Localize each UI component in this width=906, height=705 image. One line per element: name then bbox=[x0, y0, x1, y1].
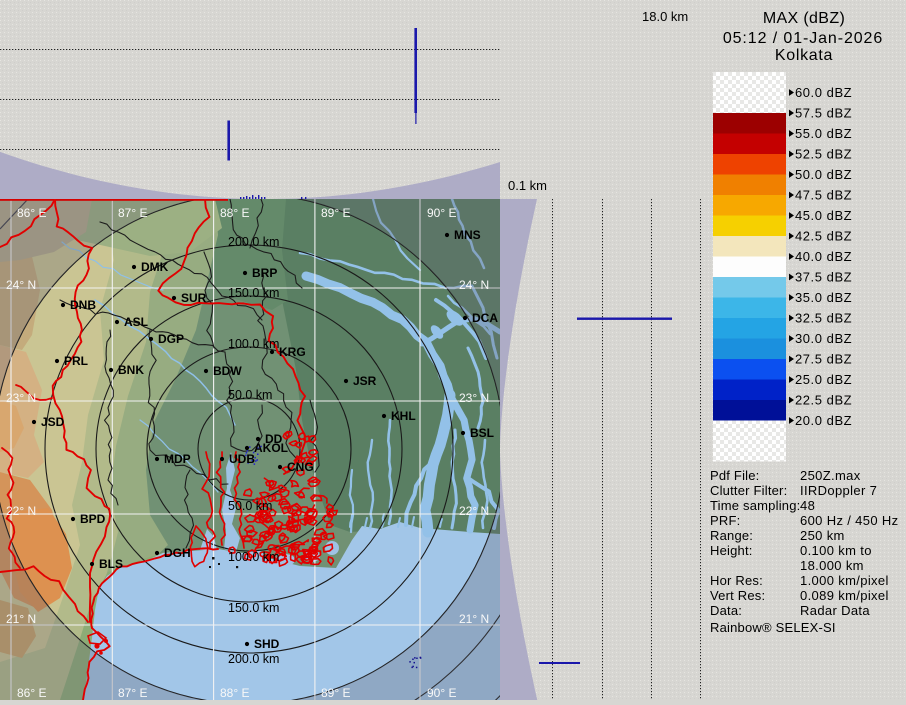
svg-text:40.0 dBZ: 40.0 dBZ bbox=[795, 249, 852, 264]
svg-text:0.100 km to: 0.100 km to bbox=[800, 543, 872, 558]
svg-text:57.5 dBZ: 57.5 dBZ bbox=[795, 105, 852, 120]
svg-text:AKOL: AKOL bbox=[254, 441, 288, 455]
svg-text:150.0 km: 150.0 km bbox=[228, 601, 279, 615]
svg-text:UDB: UDB bbox=[229, 452, 255, 466]
svg-text:Vert Res:: Vert Res: bbox=[710, 588, 765, 603]
svg-text:100.0 km: 100.0 km bbox=[228, 550, 279, 564]
svg-text:BSL: BSL bbox=[470, 426, 494, 440]
svg-text:20.0 dBZ: 20.0 dBZ bbox=[795, 413, 852, 428]
svg-text:32.5 dBZ: 32.5 dBZ bbox=[795, 310, 852, 325]
svg-text:30.0 dBZ: 30.0 dBZ bbox=[795, 331, 852, 346]
svg-text:18.0 km: 18.0 km bbox=[642, 9, 688, 24]
svg-text:88° E: 88° E bbox=[220, 686, 249, 700]
svg-text:KRG: KRG bbox=[279, 345, 306, 359]
svg-text:Radar Data: Radar Data bbox=[800, 603, 870, 618]
svg-text:21° N: 21° N bbox=[6, 612, 36, 626]
svg-text:BDW: BDW bbox=[213, 364, 242, 378]
svg-text:1.000 km/pixel: 1.000 km/pixel bbox=[800, 573, 889, 588]
svg-text:25.0 dBZ: 25.0 dBZ bbox=[795, 372, 852, 387]
svg-text:Height:: Height: bbox=[710, 543, 753, 558]
svg-text:100.0 km: 100.0 km bbox=[228, 337, 279, 351]
svg-text:KHL: KHL bbox=[391, 409, 416, 423]
svg-text:89° E: 89° E bbox=[321, 686, 350, 700]
svg-text:Time sampling:: Time sampling: bbox=[710, 498, 800, 513]
svg-text:DCA: DCA bbox=[472, 311, 498, 325]
svg-text:Data:: Data: bbox=[710, 603, 742, 618]
svg-text:PRF:: PRF: bbox=[710, 513, 740, 528]
svg-text:22.5 dBZ: 22.5 dBZ bbox=[795, 392, 852, 407]
svg-text:90° E: 90° E bbox=[427, 206, 456, 220]
svg-text:60.0 dBZ: 60.0 dBZ bbox=[795, 85, 852, 100]
svg-text:Range:: Range: bbox=[710, 528, 753, 543]
svg-text:90° E: 90° E bbox=[427, 686, 456, 700]
svg-text:Clutter Filter:: Clutter Filter: bbox=[710, 483, 787, 498]
svg-text:37.5 dBZ: 37.5 dBZ bbox=[795, 269, 852, 284]
svg-text:BRP: BRP bbox=[252, 266, 277, 280]
svg-text:150.0 km: 150.0 km bbox=[228, 286, 279, 300]
svg-text:89° E: 89° E bbox=[321, 206, 350, 220]
svg-text:MDP: MDP bbox=[164, 452, 191, 466]
svg-text:DNB: DNB bbox=[70, 298, 96, 312]
svg-text:BPD: BPD bbox=[80, 512, 106, 526]
svg-text:50.0 km: 50.0 km bbox=[228, 388, 272, 402]
svg-text:27.5 dBZ: 27.5 dBZ bbox=[795, 351, 852, 366]
svg-text:48: 48 bbox=[800, 498, 815, 513]
svg-text:SHD: SHD bbox=[254, 637, 280, 651]
svg-text:250 km: 250 km bbox=[800, 528, 845, 543]
svg-text:DGH: DGH bbox=[164, 546, 191, 560]
svg-text:SUR: SUR bbox=[181, 291, 207, 305]
svg-text:23° N: 23° N bbox=[459, 391, 489, 405]
svg-text:86° E: 86° E bbox=[17, 206, 46, 220]
svg-text:600 Hz / 450 Hz: 600 Hz / 450 Hz bbox=[800, 513, 898, 528]
svg-text:ASL: ASL bbox=[124, 315, 148, 329]
svg-text:JSR: JSR bbox=[353, 374, 377, 388]
svg-text:DGP: DGP bbox=[158, 332, 184, 346]
svg-text:BNK: BNK bbox=[118, 363, 144, 377]
svg-text:50.0 dBZ: 50.0 dBZ bbox=[795, 167, 852, 182]
svg-text:0.089 km/pixel: 0.089 km/pixel bbox=[800, 588, 889, 603]
svg-text:52.5 dBZ: 52.5 dBZ bbox=[795, 146, 852, 161]
svg-text:86° E: 86° E bbox=[17, 686, 46, 700]
svg-text:JSD: JSD bbox=[41, 415, 65, 429]
svg-text:MAX (dBZ): MAX (dBZ) bbox=[763, 10, 845, 27]
svg-text:Rainbow® SELEX-SI: Rainbow® SELEX-SI bbox=[710, 620, 836, 635]
svg-text:21° N: 21° N bbox=[459, 612, 489, 626]
svg-text:IIRDoppler 7: IIRDoppler 7 bbox=[800, 483, 877, 498]
svg-text:87° E: 87° E bbox=[118, 206, 147, 220]
svg-text:42.5 dBZ: 42.5 dBZ bbox=[795, 228, 852, 243]
svg-text:250Z.max: 250Z.max bbox=[800, 468, 861, 483]
svg-text:24° N: 24° N bbox=[6, 278, 36, 292]
svg-text:22° N: 22° N bbox=[459, 504, 489, 518]
svg-text:200.0 km: 200.0 km bbox=[228, 235, 279, 249]
svg-text:MNS: MNS bbox=[454, 228, 481, 242]
svg-text:24° N: 24° N bbox=[459, 278, 489, 292]
svg-text:22° N: 22° N bbox=[6, 504, 36, 518]
svg-text:45.0 dBZ: 45.0 dBZ bbox=[795, 208, 852, 223]
svg-text:Kolkata: Kolkata bbox=[775, 47, 833, 64]
svg-text:87° E: 87° E bbox=[118, 686, 147, 700]
svg-text:05:12 / 01-Jan-2026: 05:12 / 01-Jan-2026 bbox=[723, 30, 883, 47]
svg-text:47.5 dBZ: 47.5 dBZ bbox=[795, 187, 852, 202]
svg-text:35.0 dBZ: 35.0 dBZ bbox=[795, 290, 852, 305]
svg-text:0.1 km: 0.1 km bbox=[508, 178, 547, 193]
svg-text:DMK: DMK bbox=[141, 260, 169, 274]
svg-text:Hor Res:: Hor Res: bbox=[710, 573, 763, 588]
svg-text:88° E: 88° E bbox=[220, 206, 249, 220]
svg-text:BLS: BLS bbox=[99, 557, 123, 571]
svg-text:50.0 km: 50.0 km bbox=[228, 499, 272, 513]
svg-text:PRL: PRL bbox=[64, 354, 88, 368]
svg-text:Pdf File:: Pdf File: bbox=[710, 468, 759, 483]
svg-text:18.000 km: 18.000 km bbox=[800, 558, 864, 573]
svg-text:55.0 dBZ: 55.0 dBZ bbox=[795, 126, 852, 141]
svg-text:CNG: CNG bbox=[287, 460, 314, 474]
svg-text:200.0 km: 200.0 km bbox=[228, 652, 279, 666]
svg-text:23° N: 23° N bbox=[6, 391, 36, 405]
